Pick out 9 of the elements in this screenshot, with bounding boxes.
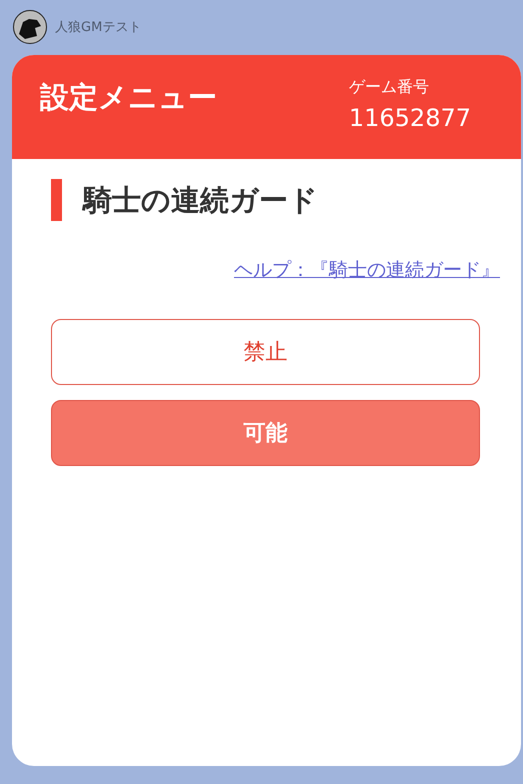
- game-number: 11652877: [348, 104, 471, 132]
- avatar-icon: [13, 10, 47, 44]
- help-link[interactable]: ヘルプ：『騎士の連続ガード』: [234, 257, 500, 283]
- option-button[interactable]: 可能: [51, 400, 480, 466]
- sender-name: 人狼GMテスト: [55, 19, 142, 36]
- game-number-label: ゲーム番号: [348, 76, 430, 98]
- menu-title: 設定メニュー: [40, 79, 217, 116]
- option-button[interactable]: 禁止: [51, 319, 480, 385]
- section-heading: 騎士の連続ガード: [51, 179, 480, 221]
